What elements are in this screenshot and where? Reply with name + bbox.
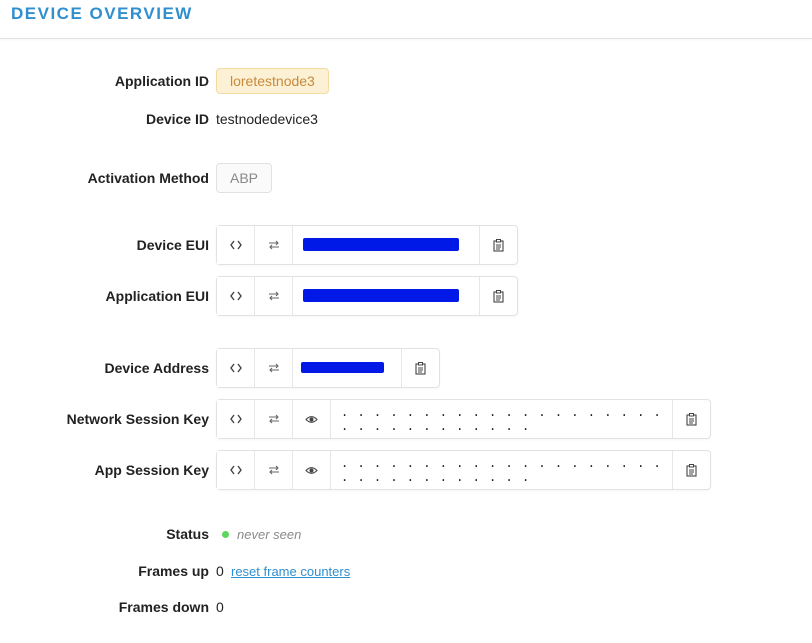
- swap-icon[interactable]: [255, 277, 293, 315]
- application-eui-field: [216, 276, 518, 316]
- clipboard-icon[interactable]: [402, 349, 439, 387]
- redaction-mark: [303, 289, 459, 302]
- device-address-field: [216, 348, 440, 388]
- device-eui-field: [216, 225, 518, 265]
- device-address-label: Device Address: [104, 360, 209, 376]
- clipboard-icon[interactable]: [480, 226, 517, 264]
- page-title: DEVICE OVERVIEW: [11, 4, 193, 23]
- device-eui-label: Device EUI: [136, 237, 209, 253]
- app-session-key-value[interactable]: . . . . . . . . . . . . . . . . . . . . …: [331, 451, 673, 489]
- eye-icon[interactable]: [293, 400, 331, 438]
- clipboard-icon[interactable]: [673, 400, 710, 438]
- swap-icon[interactable]: [255, 451, 293, 489]
- device-eui-value[interactable]: [293, 226, 480, 264]
- code-icon[interactable]: [217, 277, 255, 315]
- status-dot-icon: [222, 531, 229, 538]
- page-header: DEVICE OVERVIEW: [0, 0, 812, 39]
- activation-method-badge: ABP: [216, 163, 273, 193]
- code-icon[interactable]: [217, 226, 255, 264]
- clipboard-icon[interactable]: [673, 451, 710, 489]
- app-session-key-field: . . . . . . . . . . . . . . . . . . . . …: [216, 450, 711, 490]
- frames-down-label: Frames down: [118, 599, 209, 615]
- device-id-value: testnodedevice3: [216, 111, 318, 127]
- frames-down-value: 0: [216, 599, 224, 615]
- status-indicator: never seen: [222, 527, 301, 542]
- eye-icon[interactable]: [293, 451, 331, 489]
- activation-method-label: Activation Method: [87, 170, 209, 186]
- network-session-key-field: . . . . . . . . . . . . . . . . . . . . …: [216, 399, 711, 439]
- network-session-key-value[interactable]: . . . . . . . . . . . . . . . . . . . . …: [331, 400, 673, 438]
- device-id-label: Device ID: [145, 111, 209, 127]
- masked-key: . . . . . . . . . . . . . . . . . . . . …: [341, 405, 662, 433]
- code-icon[interactable]: [217, 451, 255, 489]
- swap-icon[interactable]: [255, 226, 293, 264]
- masked-key: . . . . . . . . . . . . . . . . . . . . …: [341, 456, 662, 484]
- application-id-badge[interactable]: loretestnode3: [216, 68, 329, 94]
- application-eui-label: Application EUI: [105, 288, 209, 304]
- frames-up-label: Frames up: [138, 563, 209, 579]
- frames-up-value: 0: [216, 563, 224, 579]
- status-label: Status: [166, 526, 209, 542]
- swap-icon[interactable]: [255, 400, 293, 438]
- status-text: never seen: [237, 527, 302, 542]
- code-icon[interactable]: [217, 349, 255, 387]
- application-eui-value[interactable]: [293, 277, 480, 315]
- device-address-value[interactable]: [293, 349, 402, 387]
- reset-frame-counters-link[interactable]: reset frame counters: [231, 564, 350, 579]
- clipboard-icon[interactable]: [480, 277, 517, 315]
- redaction-mark: [301, 362, 384, 373]
- swap-icon[interactable]: [255, 349, 293, 387]
- app-session-key-label: App Session Key: [94, 462, 209, 478]
- network-session-key-label: Network Session Key: [66, 411, 209, 427]
- redaction-mark: [303, 238, 459, 251]
- application-id-label: Application ID: [114, 73, 209, 89]
- code-icon[interactable]: [217, 400, 255, 438]
